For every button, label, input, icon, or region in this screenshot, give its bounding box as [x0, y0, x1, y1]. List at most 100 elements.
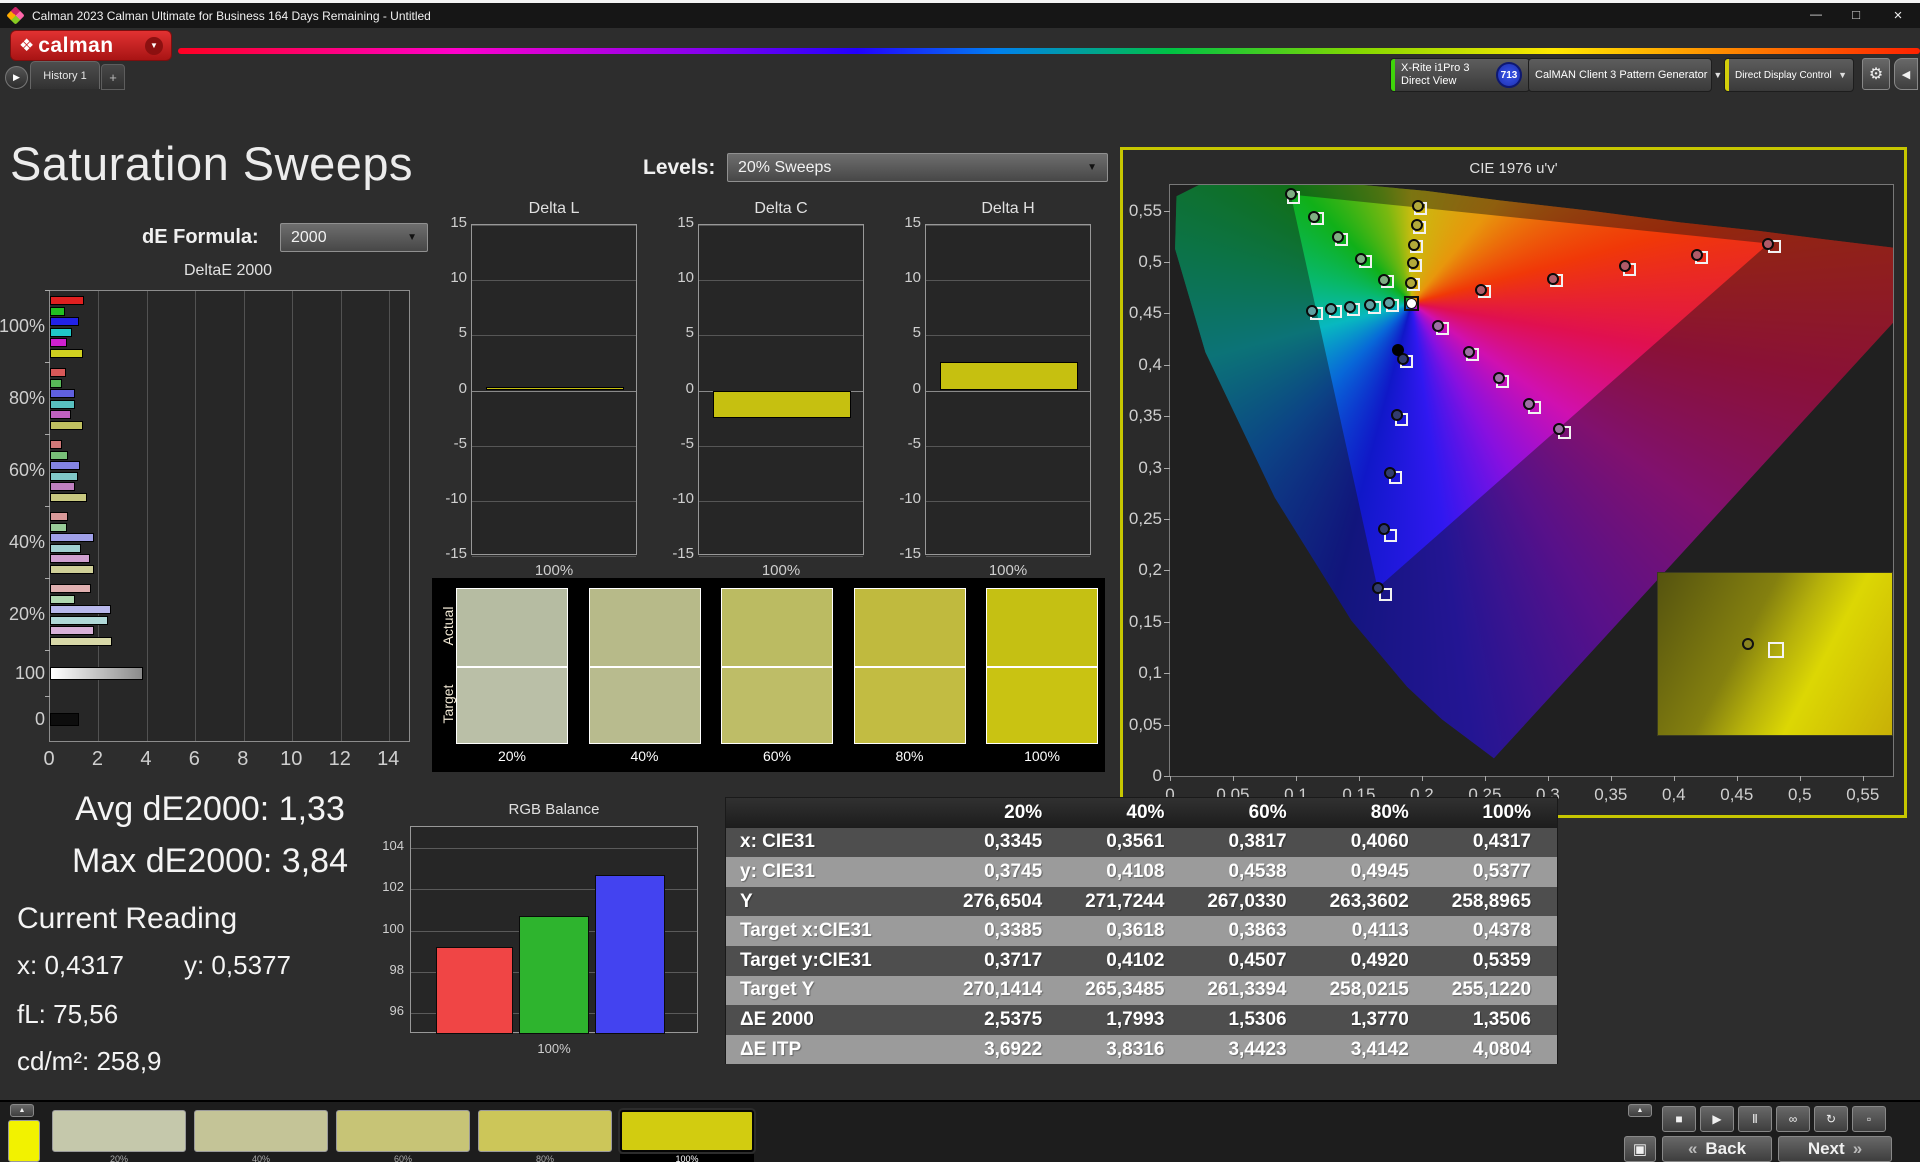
gridline	[699, 335, 863, 337]
toolbar-patch-40%[interactable]	[194, 1110, 328, 1152]
y-tick-label: 96	[389, 1003, 404, 1019]
table-cell: 0,3345	[984, 831, 1043, 853]
de-bar	[50, 605, 111, 614]
back-button[interactable]: « Back	[1662, 1136, 1772, 1162]
y-tick-label: 0,1	[1138, 663, 1162, 683]
de-bar	[50, 626, 94, 635]
de-bar	[50, 327, 72, 337]
transport-button-0[interactable]: ■	[1662, 1106, 1696, 1132]
table-cell: 267,0330	[1207, 890, 1287, 912]
table-cell: 3,8316	[1106, 1038, 1165, 1060]
y-tick-label: 0,55	[1128, 200, 1162, 220]
y-tick	[1164, 364, 1170, 366]
tab-history-1[interactable]: History 1	[30, 61, 100, 89]
page-title: Saturation Sweeps	[10, 137, 414, 190]
pattern-list-up-button[interactable]: ▲	[10, 1104, 34, 1117]
de-bar	[50, 450, 69, 460]
levels-dropdown[interactable]: 20% Sweeps ▼	[727, 153, 1108, 182]
row-label: Target y:CIE31	[740, 949, 872, 971]
de-bar	[50, 554, 90, 563]
gridline	[926, 225, 1090, 226]
y-tick-label: 0,3	[1138, 457, 1162, 477]
de-bar	[50, 482, 76, 491]
table-cell: 0,4378	[1472, 920, 1532, 942]
de-bar	[50, 461, 81, 470]
toolbar-patch-20%[interactable]	[52, 1110, 186, 1152]
transport-button-2[interactable]: Ⅱ	[1738, 1106, 1772, 1132]
calman-menu-caret[interactable]: ▼	[145, 36, 163, 55]
x-tick	[1547, 776, 1549, 781]
x-tick-label: 10	[280, 748, 303, 770]
add-tab-button[interactable]: +	[101, 64, 125, 90]
pattern-preview-swatch[interactable]	[8, 1120, 40, 1162]
table-row-ΔE ITP: ΔE ITP 3,6922 3,8316 3,4423 3,4142 4,0804	[726, 1034, 1557, 1065]
chevron-down-icon: ▼	[1838, 70, 1847, 80]
transport-button-4[interactable]: ↻	[1814, 1106, 1848, 1132]
display-control-selector[interactable]: Direct Display Control ▼	[1724, 58, 1854, 92]
bar-group	[50, 507, 409, 579]
calman-logo-icon: ❖	[19, 35, 35, 55]
toolbar-patch-60%[interactable]	[336, 1110, 470, 1152]
gridline	[926, 335, 1090, 337]
collapse-panel-button[interactable]: ◀	[1894, 58, 1918, 90]
y-tick-label: -10	[899, 489, 921, 507]
gridline	[699, 500, 863, 502]
y-tick	[1164, 313, 1170, 315]
table-row-Y: Y 276,6504 271,7244 267,0330 263,3602 258,896…	[726, 886, 1557, 917]
de-bar	[50, 378, 63, 388]
transport-button-3[interactable]: ∞	[1776, 1106, 1810, 1132]
meter-count-badge[interactable]: 713	[1496, 62, 1522, 88]
tab-nav-arrow-button[interactable]: ▶	[5, 66, 28, 89]
magenta-measured-marker	[1522, 397, 1535, 410]
transport-button-5[interactable]: ▫	[1852, 1106, 1886, 1132]
bar-group	[50, 435, 409, 507]
transport-button-1[interactable]: ▶	[1700, 1106, 1734, 1132]
y-tick-label: 0	[458, 379, 467, 397]
de-bar	[50, 667, 144, 680]
target-swatch-20%	[456, 667, 568, 744]
table-row-x: CIE31: x: CIE31 0,3345 0,3561 0,3817 0,4060 0,4317	[726, 827, 1557, 858]
rgb-balance-chart: RGB Balance 96 98 100 102 104 100%	[330, 801, 705, 1056]
y-tick	[1164, 416, 1170, 418]
actual-row-label: Actual	[440, 606, 456, 646]
display-line1: Direct Display Control	[1735, 69, 1832, 81]
y-tick	[1164, 262, 1170, 264]
swatch-label: 100%	[1024, 748, 1060, 764]
gridline	[472, 280, 636, 282]
pattern-window-button[interactable]: ▣	[1624, 1136, 1656, 1162]
y-tick	[1164, 673, 1170, 675]
table-header-cell: 40%	[1126, 801, 1165, 823]
magenta-measured-marker	[1553, 422, 1566, 435]
meter-line1: X-Rite i1Pro 3	[1401, 62, 1470, 74]
levels-label: Levels:	[643, 156, 716, 179]
actual-swatch-100%	[986, 588, 1098, 667]
actual-swatch-60%	[721, 588, 833, 667]
app-window: Calman 2023 Calman Ultimate for Business…	[0, 0, 1920, 1162]
cie-1976-panel[interactable]: CIE 1976 u'v' 0 0 0,05 0,05 0,1 0,1 0,15 0,15 0,…	[1120, 147, 1907, 818]
de-bar	[50, 440, 63, 449]
toolbar-patch-100%[interactable]	[620, 1110, 754, 1152]
next-button[interactable]: Next »	[1778, 1136, 1892, 1162]
chart-title: Delta C	[754, 200, 808, 217]
max-de2000: Max dE2000: 3,84	[72, 842, 348, 880]
source-selector[interactable]: CalMAN Client 3 Pattern Generator ▼	[1528, 58, 1722, 92]
minimize-button[interactable]: —	[1796, 7, 1836, 24]
calman-logo-button[interactable]: ❖ calman ▼	[10, 30, 172, 61]
y-tick-label: 0	[685, 379, 694, 397]
settings-button[interactable]: ⚙	[1862, 58, 1890, 90]
y-tick-label: -5	[907, 434, 921, 452]
de-formula-dropdown[interactable]: 2000 ▼	[280, 223, 428, 252]
group-label: 0	[34, 708, 45, 729]
x-tick	[1170, 776, 1171, 781]
maximize-button[interactable]: □	[1836, 7, 1876, 24]
y-tick-label: 15	[904, 214, 921, 231]
transport-up-button[interactable]: ▲	[1628, 1104, 1652, 1117]
table-cell: 1,3770	[1350, 1008, 1409, 1030]
toolbar-patch-80%[interactable]	[478, 1110, 612, 1152]
app-icon	[6, 6, 25, 25]
de-bar	[50, 615, 109, 625]
table-header-cell: 20%	[1004, 801, 1043, 823]
current-reading-title: Current Reading	[17, 902, 238, 935]
close-button[interactable]: ×	[1876, 7, 1920, 24]
de-bar	[50, 522, 67, 532]
